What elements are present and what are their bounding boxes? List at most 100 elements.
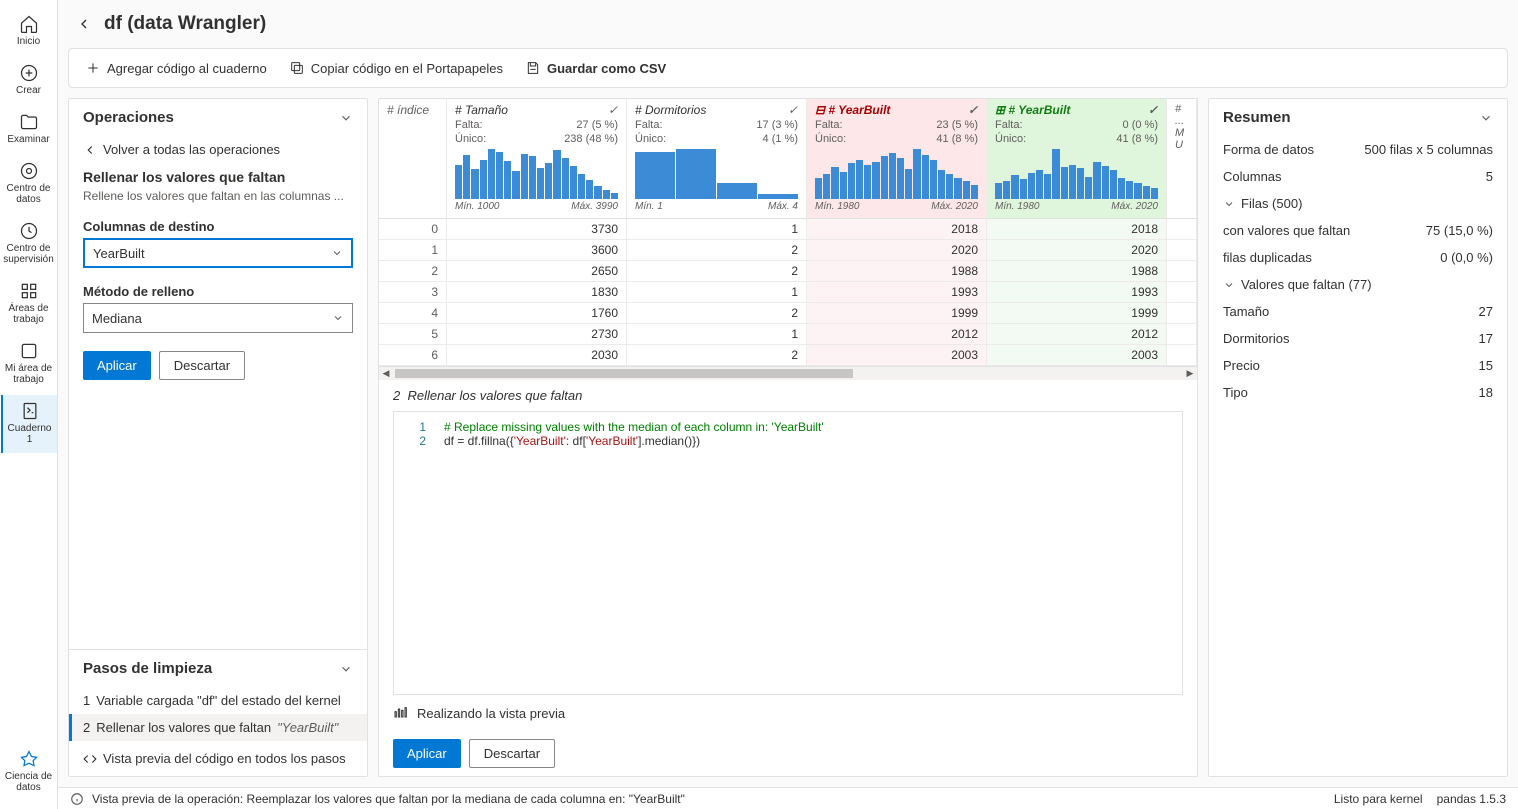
steps-heading[interactable]: Pasos de limpieza: [69, 650, 367, 687]
summary-panel: Resumen Forma de datos 500 filas x 5 col…: [1208, 98, 1508, 777]
code-step-title: 2 Rellenar los valores que faltan: [379, 380, 1197, 411]
value: 27: [1479, 304, 1493, 319]
cell-deleted-column: 2020: [807, 240, 987, 261]
column-menu-icon[interactable]: ✓: [1148, 103, 1158, 117]
rail-item-myworkspace[interactable]: Mi área de trabajo: [1, 335, 57, 393]
grid-panel: # índice # Tamaño✓ Falta:27 (5 %) Único:…: [378, 98, 1198, 777]
progress-text: Realizando la vista previa: [417, 706, 565, 721]
column-menu-icon[interactable]: ✓: [968, 103, 978, 117]
scrollbar-thumb[interactable]: [395, 369, 853, 378]
back-arrow-icon[interactable]: [76, 16, 92, 32]
rail-item-crear[interactable]: Crear: [1, 57, 57, 104]
cell: 2650: [447, 261, 627, 282]
progress-icon: [393, 705, 409, 721]
my-workspace-icon: [19, 341, 39, 361]
cell-index: 2: [379, 261, 447, 282]
column-header[interactable]: ⊟ # YearBuilt✓ Falta:23 (5 %) Único:41 (…: [807, 99, 987, 219]
toolbar: Agregar código al cuaderno Copiar código…: [68, 48, 1508, 88]
rail-item-datascience[interactable]: Ciencia de datos: [1, 743, 57, 801]
cell: 3730: [447, 219, 627, 240]
preview-all-steps-link[interactable]: Vista previa del código en todos los pas…: [69, 741, 367, 776]
chevron-down-icon: [332, 312, 344, 324]
main: df (data Wrangler) Agregar código al cua…: [58, 0, 1518, 809]
column-menu-icon[interactable]: ✓: [608, 103, 618, 117]
chevron-down-icon[interactable]: [1479, 111, 1493, 125]
column-header[interactable]: # Tamaño✓ Falta:27 (5 %) Único:238 (48 %…: [447, 99, 627, 219]
label: Tamaño: [1223, 304, 1269, 319]
cell-deleted-column: 1988: [807, 261, 987, 282]
cleaning-steps: Pasos de limpieza 1 Variable cargada "df…: [69, 649, 367, 776]
cell: 1: [627, 282, 807, 303]
folder-icon: [19, 112, 39, 132]
arrow-left-icon: [83, 143, 97, 157]
rail-label: Mi área de trabajo: [5, 363, 52, 385]
cell-more: [1167, 261, 1197, 282]
add-code-button[interactable]: Agregar código al cuaderno: [77, 56, 275, 80]
pandas-version: pandas 1.5.3: [1437, 792, 1506, 806]
discard-button[interactable]: Descartar: [159, 351, 245, 380]
cell: 1760: [447, 303, 627, 324]
target-columns-label: Columnas de destino: [69, 213, 367, 238]
copy-code-button[interactable]: Copiar código en el Portapapeles: [281, 56, 511, 80]
scroll-right-icon[interactable]: ▶: [1183, 367, 1197, 380]
cell-index: 3: [379, 282, 447, 303]
cell-added-column: 1999: [987, 303, 1167, 324]
cell: 2: [627, 240, 807, 261]
page-title: df (data Wrangler): [104, 13, 266, 35]
label: Precio: [1223, 358, 1260, 373]
target-columns-select[interactable]: YearBuilt: [83, 238, 353, 268]
code-text: df = df.fillna({'YearBuilt': df['YearBui…: [444, 434, 700, 448]
column-header[interactable]: # Dormitorios✓ Falta:17 (3 %) Único:4 (1…: [627, 99, 807, 219]
link-text: Vista previa del código en todos los pas…: [103, 751, 346, 766]
value: 5: [1486, 169, 1493, 184]
apply-button[interactable]: Aplicar: [83, 351, 151, 380]
column-header-more[interactable]: # ...MU: [1167, 99, 1197, 219]
save-csv-button[interactable]: Guardar como CSV: [517, 56, 674, 80]
cell-added-column: 2003: [987, 345, 1167, 366]
cell-added-column: 1988: [987, 261, 1167, 282]
chevron-down-icon[interactable]: [339, 111, 353, 125]
step-title-text: Rellenar los valores que faltan: [407, 388, 582, 403]
discard-code-button[interactable]: Descartar: [469, 739, 555, 768]
rail-item-workspaces[interactable]: Áreas de trabajo: [1, 275, 57, 333]
operations-heading[interactable]: Operaciones: [69, 99, 367, 136]
rail-item-examinar[interactable]: Examinar: [1, 106, 57, 153]
progress-status: Realizando la vista previa: [379, 695, 1197, 731]
rail-item-notebook[interactable]: Cuaderno 1: [1, 395, 57, 453]
summary-missing-section[interactable]: Valores que faltan (77): [1209, 271, 1507, 298]
operations-panel: Operaciones Volver a todas las operacion…: [68, 98, 368, 777]
grid-scroll[interactable]: # índice # Tamaño✓ Falta:27 (5 %) Único:…: [379, 99, 1197, 366]
cell: 2: [627, 345, 807, 366]
cell-more: [1167, 282, 1197, 303]
column-menu-icon[interactable]: ✓: [788, 103, 798, 117]
value: 500 filas x 5 columnas: [1364, 142, 1493, 157]
chevron-down-icon[interactable]: [339, 662, 353, 676]
save-icon: [525, 60, 541, 76]
summary-rows-section[interactable]: Filas (500): [1209, 190, 1507, 217]
plus-circle-icon: [19, 63, 39, 83]
step-item[interactable]: 1 Variable cargada "df" del estado del k…: [69, 687, 367, 714]
horizontal-scrollbar[interactable]: ◀ ▶: [379, 366, 1197, 380]
fill-method-select[interactable]: Mediana: [83, 303, 353, 333]
rail-item-monitor[interactable]: Centro de supervisión: [1, 215, 57, 273]
scroll-left-icon[interactable]: ◀: [379, 367, 393, 380]
line-number: 1: [404, 420, 426, 434]
column-header-index[interactable]: # índice: [379, 99, 447, 219]
copy-icon: [289, 60, 305, 76]
column-header[interactable]: ⊞ # YearBuilt✓ Falta:0 (0 %) Único:41 (8…: [987, 99, 1167, 219]
step-number: 1: [83, 693, 90, 708]
code-editor[interactable]: 1 # Replace missing values with the medi…: [393, 411, 1183, 696]
status-message: Vista previa de la operación: Reemplazar…: [92, 792, 685, 806]
rail-item-inicio[interactable]: Inicio: [1, 8, 57, 55]
step-item-active[interactable]: 2 Rellenar los valores que faltan "YearB…: [69, 714, 367, 741]
cell-deleted-column: 1999: [807, 303, 987, 324]
rail-item-datahub[interactable]: Centro de datos: [1, 155, 57, 213]
chevron-down-icon: [1223, 198, 1235, 210]
summary-heading[interactable]: Resumen: [1209, 99, 1507, 136]
cell: 3600: [447, 240, 627, 261]
notebook-icon: [20, 401, 40, 421]
apply-code-button[interactable]: Aplicar: [393, 739, 461, 768]
back-to-operations-link[interactable]: Volver a todas las operaciones: [69, 136, 367, 163]
content-row: Operaciones Volver a todas las operacion…: [68, 98, 1508, 777]
status-bar: Vista previa de la operación: Reemplazar…: [58, 787, 1518, 809]
